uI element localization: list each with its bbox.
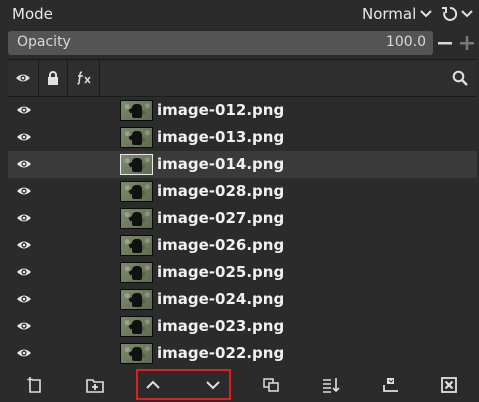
layer-thumbnail[interactable] — [120, 316, 153, 337]
eye-icon[interactable] — [16, 104, 32, 116]
fx-icon — [76, 71, 91, 85]
duplicate-layer-button[interactable] — [257, 371, 285, 399]
chevron-down-icon[interactable] — [418, 4, 434, 22]
eye-icon[interactable] — [16, 266, 32, 278]
eye-icon[interactable] — [16, 320, 32, 332]
search-icon — [452, 70, 468, 86]
layer-row[interactable]: image-023.png — [8, 313, 477, 340]
lock-icon — [48, 71, 58, 85]
eye-icon[interactable] — [16, 131, 32, 143]
layer-name[interactable]: image-024.png — [157, 290, 284, 308]
search-button[interactable] — [445, 60, 475, 96]
plus-icon[interactable] — [457, 31, 477, 55]
layer-list[interactable]: image-012.png image-013.png image-014.png i… — [8, 97, 477, 367]
opacity-value[interactable]: 100.0 — [313, 34, 433, 50]
layer-thumbnail[interactable] — [120, 181, 153, 202]
merge-down-icon — [323, 378, 340, 393]
add-mask-button[interactable] — [377, 371, 405, 399]
opacity-row: Opacity 100.0 — [8, 31, 477, 55]
layer-row[interactable]: image-028.png — [8, 178, 477, 205]
mode-row: Mode Normal — [0, 0, 479, 29]
eye-icon[interactable] — [16, 158, 32, 170]
new-layer-group-icon — [86, 379, 104, 393]
layer-name[interactable]: image-022.png — [157, 344, 284, 362]
highlight-box — [136, 369, 231, 400]
lock-column-header[interactable] — [39, 60, 68, 96]
merge-down-button[interactable] — [317, 371, 345, 399]
eye-icon[interactable] — [16, 293, 32, 305]
new-layer-group-button[interactable] — [81, 371, 109, 399]
minus-icon[interactable] — [435, 31, 455, 55]
eye-icon[interactable] — [16, 185, 32, 197]
layer-name[interactable]: image-014.png — [157, 155, 284, 173]
chevron-down-icon[interactable] — [460, 4, 474, 22]
layer-row[interactable]: image-012.png — [8, 97, 477, 124]
layer-thumbnail[interactable] — [120, 127, 153, 148]
layer-row[interactable]: image-014.png — [8, 151, 477, 178]
effects-column-header[interactable] — [68, 60, 100, 96]
mode-label: Mode — [12, 5, 53, 23]
layer-name[interactable]: image-026.png — [157, 236, 284, 254]
eye-icon — [16, 74, 30, 82]
eye-icon[interactable] — [16, 212, 32, 224]
layer-name[interactable]: image-013.png — [157, 128, 284, 146]
layer-row[interactable]: image-026.png — [8, 232, 477, 259]
layer-list-header — [8, 59, 477, 97]
layer-thumbnail[interactable] — [120, 208, 153, 229]
layer-name[interactable]: image-028.png — [157, 182, 284, 200]
mode-select[interactable]: Normal — [362, 5, 416, 23]
layer-row[interactable]: image-024.png — [8, 286, 477, 313]
duplicate-layer-icon — [263, 378, 279, 392]
eye-icon[interactable] — [16, 347, 32, 359]
layer-row[interactable]: image-025.png — [8, 259, 477, 286]
layer-thumbnail[interactable] — [120, 343, 153, 364]
layer-row[interactable]: image-027.png — [8, 205, 477, 232]
layer-thumbnail[interactable] — [120, 262, 153, 283]
layer-name[interactable]: image-012.png — [157, 101, 284, 119]
layer-thumbnail[interactable] — [120, 154, 153, 175]
new-layer-icon — [27, 377, 41, 393]
visibility-column-header[interactable] — [8, 60, 39, 96]
new-layer-button[interactable] — [21, 371, 49, 399]
layer-row[interactable]: image-022.png — [8, 340, 477, 367]
layer-row[interactable]: image-013.png — [8, 124, 477, 151]
opacity-label: Opacity — [17, 34, 71, 50]
layer-name[interactable]: image-027.png — [157, 209, 284, 227]
reset-mode-icon[interactable] — [440, 4, 460, 24]
layer-name[interactable]: image-025.png — [157, 263, 284, 281]
opacity-slider[interactable]: Opacity 100.0 — [8, 31, 433, 55]
delete-layer-icon — [441, 377, 457, 393]
layer-thumbnail[interactable] — [120, 235, 153, 256]
eye-icon[interactable] — [16, 239, 32, 251]
layer-name[interactable]: image-023.png — [157, 317, 284, 335]
layer-thumbnail[interactable] — [120, 289, 153, 310]
delete-layer-button[interactable] — [435, 371, 463, 399]
layer-thumbnail[interactable] — [120, 100, 153, 121]
layer-actions-bar — [8, 369, 477, 402]
add-mask-icon — [383, 378, 398, 392]
